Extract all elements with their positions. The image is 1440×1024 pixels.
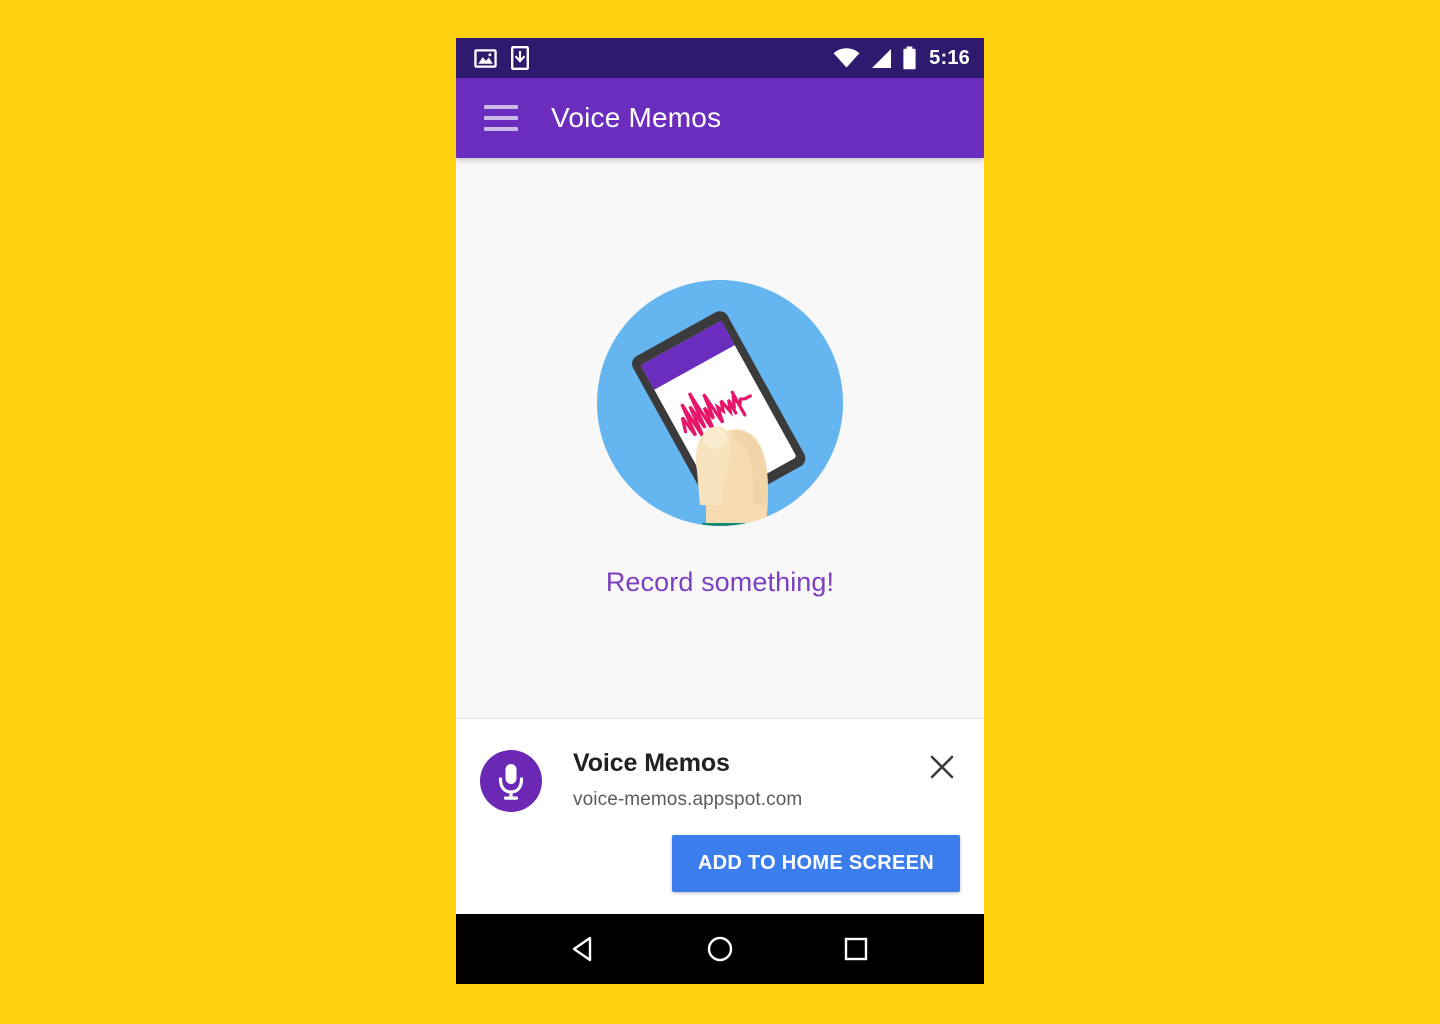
status-bar-clock: 5:16 [929,46,970,69]
wifi-icon [833,47,860,69]
banner-app-name: Voice Memos [573,749,730,777]
battery-icon [902,46,917,70]
page-title: Voice Memos [551,102,722,133]
hamburger-menu-icon[interactable] [484,101,526,135]
banner-actions: ADD TO HOME SCREEN [671,835,960,892]
microphone-icon [480,750,542,812]
status-bar: 5:16 [456,38,984,78]
hand-holding-phone-illustration [596,279,844,527]
menu-line-2 [484,116,518,120]
status-bar-right-icons: 5:16 [833,46,970,70]
add-to-home-screen-button[interactable]: ADD TO HOME SCREEN [671,835,960,892]
banner-origin-url: voice-memos.appspot.com [573,789,803,811]
empty-state-message: Record something! [605,566,835,597]
recents-button[interactable] [825,921,887,977]
download-icon [511,46,529,70]
android-navigation-bar [456,914,984,984]
phone-screenshot-frame: 5:16 Voice Memos Record something! Voice… [456,38,984,984]
menu-line-3 [484,127,518,131]
add-to-home-screen-banner: Voice Memos voice-memos.appspot.com ADD … [456,719,984,914]
app-bar: Voice Memos [456,78,984,158]
home-button[interactable] [689,921,751,977]
banner-text-block: Voice Memos voice-memos.appspot.com [573,747,924,811]
banner-header-row: Voice Memos voice-memos.appspot.com [480,747,960,812]
menu-line-1 [484,105,518,109]
close-icon[interactable] [924,749,960,785]
empty-state-content: Record something! [456,158,984,719]
status-bar-left-icons [474,46,529,70]
cellular-signal-icon [869,48,893,69]
back-button[interactable] [553,921,615,977]
image-icon [474,47,497,70]
